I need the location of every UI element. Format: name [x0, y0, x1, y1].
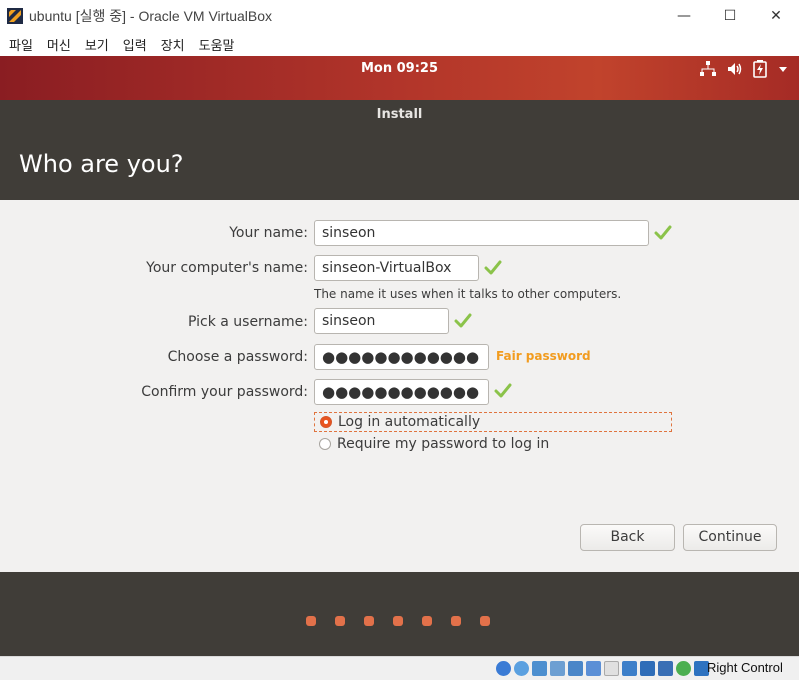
- minimize-button[interactable]: —: [661, 0, 707, 32]
- screen-icon[interactable]: [640, 661, 655, 676]
- username-input[interactable]: sinseon: [314, 308, 449, 334]
- progress-dot: [364, 616, 374, 626]
- shared-folders-icon[interactable]: [586, 661, 601, 676]
- audio-icon[interactable]: [532, 661, 547, 676]
- progress-dot: [451, 616, 461, 626]
- name-valid-check-icon: [654, 225, 672, 240]
- page-heading: Who are you?: [19, 150, 184, 178]
- progress-dot: [422, 616, 432, 626]
- menu-file[interactable]: 파일: [4, 35, 38, 54]
- menu-arrow-icon[interactable]: [777, 63, 789, 75]
- login-auto-radio[interactable]: [320, 416, 332, 428]
- name-label: Your name:: [229, 225, 308, 241]
- clock[interactable]: Mon 09:25: [0, 61, 799, 76]
- installer-title: Install: [376, 107, 423, 122]
- mouse-integration-icon[interactable]: [676, 661, 691, 676]
- computer-name-hint: The name it uses when it talks to other …: [314, 287, 622, 301]
- installer-footer: [0, 572, 799, 656]
- hard-disk-icon[interactable]: [496, 661, 511, 676]
- progress-dot: [393, 616, 403, 626]
- continue-button[interactable]: Continue: [683, 524, 777, 551]
- username-valid-check-icon: [454, 313, 472, 328]
- close-button[interactable]: ✕: [753, 0, 799, 32]
- volume-icon[interactable]: [727, 61, 743, 77]
- confirm-password-valid-check-icon: [494, 383, 512, 398]
- installer-window: Install Who are you? Your name: sinseon …: [0, 100, 799, 656]
- cpu-icon[interactable]: [658, 661, 673, 676]
- display-icon[interactable]: [604, 661, 619, 676]
- progress-dots: [306, 616, 490, 626]
- computer-name-valid-check-icon: [484, 260, 502, 275]
- system-tray[interactable]: [699, 60, 789, 78]
- battery-icon[interactable]: [753, 60, 767, 78]
- menu-bar: 파일 머신 보기 입력 장치 도움말: [0, 32, 799, 56]
- computer-name-input[interactable]: sinseon-VirtualBox: [314, 255, 479, 281]
- installer-header: Install Who are you?: [0, 100, 799, 200]
- menu-devices[interactable]: 장치: [156, 35, 190, 54]
- menu-help[interactable]: 도움말: [194, 35, 240, 54]
- network-icon[interactable]: [699, 60, 717, 78]
- password-label: Choose a password:: [167, 349, 308, 365]
- login-require-radio[interactable]: [319, 438, 331, 450]
- menu-machine[interactable]: 머신: [42, 35, 76, 54]
- progress-dot: [335, 616, 345, 626]
- confirm-password-label: Confirm your password:: [141, 384, 308, 400]
- back-button[interactable]: Back: [580, 524, 675, 551]
- login-require-label: Require my password to log in: [337, 436, 550, 452]
- usb-icon[interactable]: [568, 661, 583, 676]
- network-adapter-icon[interactable]: [550, 661, 565, 676]
- progress-dot: [306, 616, 316, 626]
- login-auto-option[interactable]: Log in automatically: [314, 412, 672, 432]
- host-key-label: Right Control: [707, 660, 783, 675]
- virtualbox-app-icon: [7, 8, 23, 24]
- ubuntu-top-panel: Mon 09:25: [0, 56, 799, 100]
- password-input[interactable]: ●●●●●●●●●●●●: [314, 344, 489, 370]
- video-capture-icon[interactable]: [622, 661, 637, 676]
- menu-view[interactable]: 보기: [80, 35, 114, 54]
- username-label: Pick a username:: [187, 314, 308, 330]
- vm-status-bar: Right Control: [0, 656, 799, 680]
- window-titlebar: ubuntu [실행 중] - Oracle VM VirtualBox — ☐…: [0, 0, 799, 32]
- password-strength: Fair password: [496, 349, 591, 363]
- menu-input[interactable]: 입력: [118, 35, 152, 54]
- optical-drive-icon[interactable]: [514, 661, 529, 676]
- confirm-password-input[interactable]: ●●●●●●●●●●●●: [314, 379, 489, 405]
- login-auto-label: Log in automatically: [338, 414, 481, 430]
- progress-dot: [480, 616, 490, 626]
- window-title: ubuntu [실행 중] - Oracle VM VirtualBox: [29, 8, 273, 24]
- installer-body: Your name: sinseon Your computer's name:…: [0, 200, 799, 572]
- maximize-button[interactable]: ☐: [707, 0, 753, 32]
- computer-name-label: Your computer's name:: [146, 260, 308, 276]
- name-input[interactable]: sinseon: [314, 220, 649, 246]
- login-require-option[interactable]: Require my password to log in: [314, 434, 549, 454]
